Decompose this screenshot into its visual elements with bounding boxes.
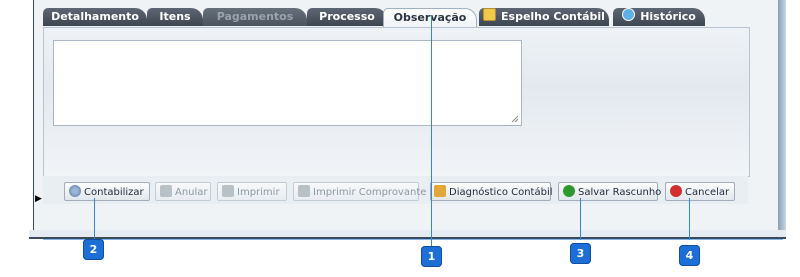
tab-label: Detalhamento — [51, 10, 139, 23]
diagnostic-icon — [434, 185, 446, 197]
salvar-rascunho-label: Salvar Rascunho — [578, 187, 662, 198]
tab-pagamentos: Pagamentos — [203, 8, 307, 26]
diagnostico-label: Diagnóstico Contábil — [449, 187, 553, 198]
callout-badge-1: 1 — [421, 246, 442, 267]
ledger-icon — [483, 8, 497, 21]
tab-label: Histórico — [640, 10, 696, 23]
tab-processo[interactable]: Processo — [307, 8, 387, 26]
check-icon — [563, 185, 575, 197]
callout-baseline — [43, 239, 783, 240]
imprimir-label: Imprimir — [237, 187, 280, 198]
tab-historico[interactable]: Histórico — [613, 8, 705, 26]
callout-badge-3: 3 — [570, 243, 591, 264]
cancelar-label: Cancelar — [685, 187, 730, 198]
salvar-rascunho-button[interactable]: Salvar Rascunho — [558, 182, 662, 201]
contabilizar-label: Contabilizar — [84, 187, 144, 198]
tab-bar: Detalhamento Itens Pagamentos Processo O… — [43, 8, 770, 29]
callout-line-3 — [580, 198, 581, 240]
anular-label: Anular — [175, 187, 208, 198]
tab-label: Processo — [319, 10, 375, 23]
tab-detalhamento[interactable]: Detalhamento — [43, 8, 147, 26]
imprimir-button: Imprimir — [217, 182, 287, 201]
imprimir-comprovante-label: Imprimir Comprovante — [313, 187, 427, 198]
window-frame-right — [778, 0, 786, 237]
callout-line-1 — [431, 15, 432, 248]
tab-observacao[interactable]: Observação — [383, 8, 477, 29]
callout-badge-2: 2 — [83, 239, 104, 260]
collapse-arrow-icon[interactable]: ▶ — [35, 194, 42, 204]
tab-espelho-contabil[interactable]: Espelho Contábil — [479, 8, 609, 26]
tab-label: Pagamentos — [216, 10, 294, 23]
observation-textarea[interactable] — [53, 40, 522, 126]
printer-icon — [298, 185, 310, 197]
imprimir-comprovante-button: Imprimir Comprovante — [293, 182, 426, 201]
printer-icon — [222, 185, 234, 197]
contabilizar-button[interactable]: Contabilizar — [64, 182, 150, 201]
gears-icon — [69, 185, 81, 197]
cancel-doc-icon — [160, 185, 172, 197]
callout-line-2 — [94, 198, 95, 240]
anular-button: Anular — [155, 182, 211, 201]
tab-label: Espelho Contábil — [501, 10, 605, 23]
tab-itens[interactable]: Itens — [147, 8, 203, 26]
callout-badge-4: 4 — [679, 245, 700, 266]
tab-label: Itens — [159, 10, 191, 23]
tab-label: Observação — [393, 11, 467, 24]
cancel-icon — [670, 185, 682, 197]
cancelar-button[interactable]: Cancelar — [665, 182, 735, 201]
window-frame-left — [29, 0, 34, 237]
diagnostico-contabil-button[interactable]: Diagnóstico Contábil — [430, 182, 553, 201]
resize-handle-icon[interactable] — [511, 115, 519, 123]
callout-line-4 — [689, 198, 690, 240]
history-icon — [622, 8, 636, 21]
window-frame-bottom — [29, 230, 786, 239]
